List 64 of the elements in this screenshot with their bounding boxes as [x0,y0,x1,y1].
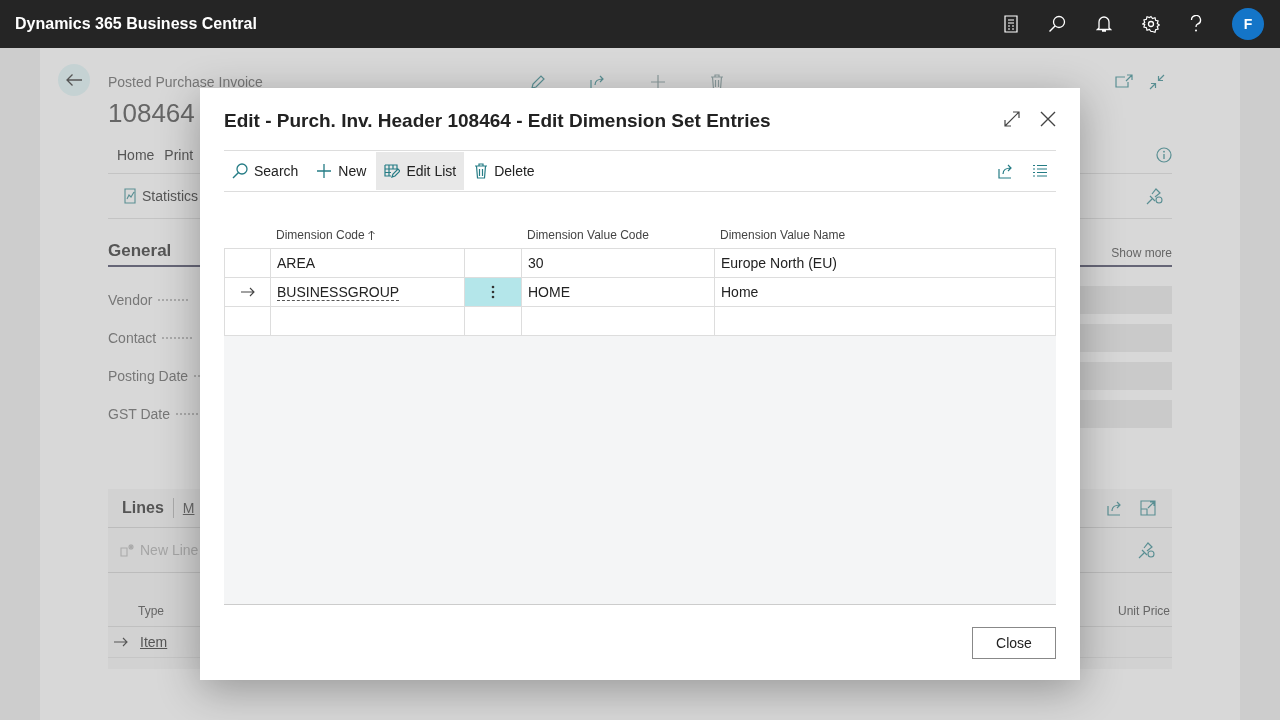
table-cell[interactable]: AREA [270,249,464,277]
table-cell[interactable]: 30 [521,249,714,277]
type-link[interactable]: Item [140,634,168,650]
bell-icon[interactable] [1096,15,1112,33]
page-tab[interactable]: Print [164,147,194,163]
user-avatar[interactable]: F [1232,8,1264,40]
document-icon[interactable] [1004,15,1018,33]
leader-line [158,299,189,301]
toolbar-button[interactable]: Edit List [376,152,465,190]
collapse-icon[interactable] [1149,74,1165,90]
close-button[interactable]: Close [972,626,1056,659]
plus-icon [316,163,333,179]
table-cell[interactable]: HOME [521,278,714,306]
section-title[interactable]: Lines [122,499,164,517]
toolbar-button[interactable]: Search [224,152,307,190]
trash-icon [474,163,489,179]
column-header[interactable]: Unit Price [1118,604,1170,618]
table-cell[interactable]: Home [714,278,1056,306]
app-title: Dynamics 365 Business Central [15,15,257,33]
close-icon[interactable] [1040,111,1056,127]
table-cell[interactable]: Europe North (EU) [714,249,1056,277]
document-number: 108464 [108,98,195,129]
current-row-arrow-icon [240,287,255,297]
column-header[interactable]: Dimension Code [276,228,375,242]
settings-icon[interactable] [1142,15,1160,33]
statistics-action[interactable]: Statistics [124,188,198,204]
share-icon[interactable] [1107,500,1123,516]
help-icon[interactable] [1190,15,1202,33]
lines-tab[interactable]: M [182,500,195,516]
chart-icon [124,188,136,204]
page-tab[interactable]: Home [117,147,155,163]
sort-ascending-icon [367,230,375,240]
info-icon[interactable] [1156,147,1172,163]
new-line-icon [120,543,136,557]
dialog-title: Edit - Purch. Inv. Header 108464 - Edit Dimension Set Entries [224,110,771,132]
share-icon[interactable] [998,163,1014,179]
unpin-icon[interactable] [1146,187,1164,205]
toolbar-button[interactable]: New [308,152,375,190]
expand-icon[interactable] [1004,111,1020,127]
column-header[interactable]: Dimension Value Code [527,228,649,242]
back-button[interactable] [58,64,90,96]
leader-line [162,337,193,339]
row-menu-cell[interactable] [464,278,521,306]
table-cell[interactable] [714,307,1056,335]
field-label: GST Date [108,406,170,422]
column-header[interactable]: Type [138,604,164,618]
toolbar-button[interactable]: Delete [466,152,543,190]
field-label: Vendor [108,292,153,308]
search-icon[interactable] [1048,15,1066,33]
column-header[interactable]: Dimension Value Name [720,228,846,242]
more-options-icon[interactable] [491,285,495,299]
pencil-icon[interactable] [530,74,546,90]
list-icon[interactable] [1032,164,1048,178]
page-caption: Posted Purchase Invoice [108,74,263,90]
unpin-icon[interactable] [1138,541,1156,559]
open-in-new-window-icon[interactable] [1115,74,1133,88]
search-icon [232,163,248,179]
field-label: Contact [108,330,157,346]
back-arrow-icon [65,73,83,87]
plus-icon[interactable] [650,74,666,90]
trash-icon[interactable] [710,74,724,90]
current-row-arrow-icon [114,637,128,647]
edit-list-icon [384,163,401,179]
field-label: Posting Date [108,368,189,384]
